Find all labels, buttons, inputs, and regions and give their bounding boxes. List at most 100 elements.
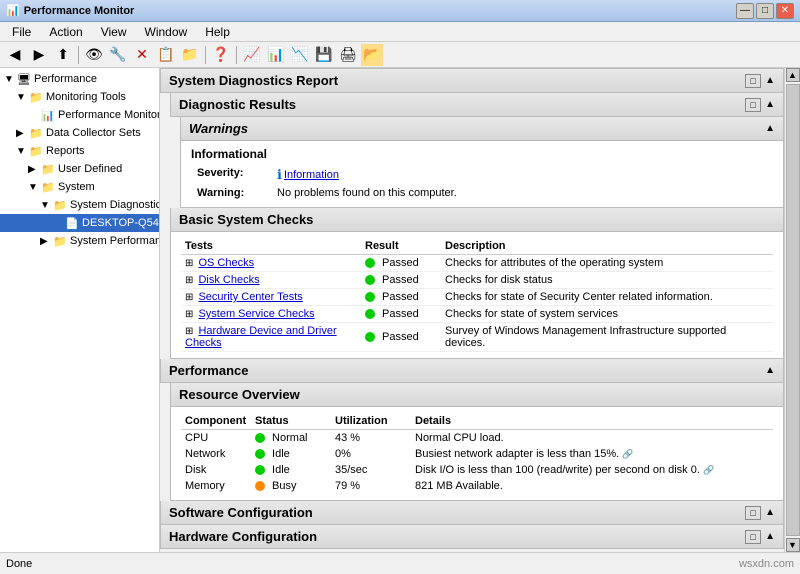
tool6[interactable]: 📂 — [361, 44, 383, 66]
performance-chevron[interactable]: ▲ — [765, 365, 775, 376]
tool5[interactable]: 🖨 — [337, 44, 359, 66]
back-button[interactable]: ◀ — [4, 44, 26, 66]
sidebar-label-user-defined: User Defined — [58, 163, 122, 175]
status-bar: Done wsxdn.com — [0, 552, 800, 574]
expand-icon[interactable]: ⊞ — [185, 292, 193, 303]
warnings-header[interactable]: Warnings ▲ — [180, 117, 784, 141]
new-button[interactable]: 📋 — [155, 44, 177, 66]
software-config-header[interactable]: Software Configuration □ ▲ — [160, 501, 784, 525]
result-cell: Passed — [361, 323, 441, 352]
hardware-config-controls: □ ▲ — [745, 530, 775, 544]
resource-overview-header[interactable]: Resource Overview — [170, 383, 784, 407]
result-cell: Passed — [361, 272, 441, 289]
sidebar-item-data-collector-sets[interactable]: ▶ 📁 Data Collector Sets — [0, 124, 159, 142]
expand-icon[interactable]: ⊞ — [185, 309, 193, 320]
expand-icon[interactable]: ⊞ — [185, 326, 193, 337]
software-config-chevron[interactable]: ▲ — [765, 507, 775, 518]
severity-value: ℹ Information — [271, 165, 773, 185]
expand-icon[interactable]: ⊞ — [185, 258, 193, 269]
perf-monitor-icon: 📊 — [40, 107, 56, 123]
utilization-cell: 43 % — [331, 430, 411, 447]
sidebar-item-perf-monitor[interactable]: 📊 Performance Monitor — [0, 106, 159, 124]
help-button[interactable]: ❓ — [210, 44, 232, 66]
sidebar-item-system-diagnostics[interactable]: ▼ 📁 System Diagnostics — [0, 196, 159, 214]
diagnostic-results-expand-icon[interactable]: □ — [745, 98, 761, 112]
software-config-icon[interactable]: □ — [745, 506, 761, 520]
toggle-reports[interactable]: ▼ — [16, 146, 28, 157]
toggle-system-diagnostics[interactable]: ▼ — [40, 200, 52, 211]
diagnostic-results-header[interactable]: Diagnostic Results □ ▲ — [170, 93, 784, 117]
scrollbar[interactable]: ▲ ▼ — [784, 68, 800, 552]
sidebar-item-desktop[interactable]: 📄 DESKTOP-Q54P... — [0, 214, 159, 232]
toggle-performance[interactable]: ▼ — [4, 74, 16, 85]
performance-controls: ▲ — [765, 365, 775, 376]
folder-button[interactable]: 📁 — [179, 44, 201, 66]
sidebar-item-user-defined[interactable]: ▶ 📁 User Defined — [0, 160, 159, 178]
menu-action[interactable]: Action — [41, 23, 90, 41]
scroll-up[interactable]: ▲ — [786, 68, 800, 82]
up-button[interactable]: ⬆ — [52, 44, 74, 66]
toggle-data-collector-sets[interactable]: ▶ — [16, 128, 28, 139]
menu-help[interactable]: Help — [197, 23, 238, 41]
result-dot — [365, 292, 375, 302]
status-dot — [255, 449, 265, 459]
toggle-system-performance[interactable]: ▶ — [40, 236, 52, 247]
test-link[interactable]: OS Checks — [198, 257, 254, 269]
performance-header[interactable]: Performance ▲ — [160, 359, 784, 383]
sidebar-item-monitoring-tools[interactable]: ▼ 📁 Monitoring Tools — [0, 88, 159, 106]
col-status: Status — [251, 413, 331, 430]
warnings-info-table: Severity: ℹ Information Warning: No prob… — [191, 165, 773, 201]
status-text: Done — [6, 558, 32, 570]
sidebar-item-reports[interactable]: ▼ 📁 Reports — [0, 142, 159, 160]
result-dot — [365, 275, 375, 285]
delete-button[interactable]: ✕ — [131, 44, 153, 66]
status-dot — [255, 465, 265, 475]
menu-bar: File Action View Window Help — [0, 22, 800, 42]
basic-checks-header[interactable]: Basic System Checks — [170, 208, 784, 232]
hardware-config-chevron[interactable]: ▲ — [765, 531, 775, 542]
tool2[interactable]: 📊 — [265, 44, 287, 66]
table-row: Disk Idle 35/sec Disk I/O is less than 1… — [181, 462, 773, 478]
tool3[interactable]: 📉 — [289, 44, 311, 66]
toggle-monitoring-tools[interactable]: ▼ — [16, 92, 28, 103]
menu-window[interactable]: Window — [137, 23, 196, 41]
tool4[interactable]: 💾 — [313, 44, 335, 66]
close-button[interactable]: ✕ — [776, 3, 794, 19]
performance-icon: 🖥 — [16, 71, 32, 87]
properties-button[interactable]: 🔧 — [107, 44, 129, 66]
test-link[interactable]: Hardware Device and Driver Checks — [185, 325, 337, 349]
scroll-down[interactable]: ▼ — [786, 538, 800, 552]
component-cell: Memory — [181, 478, 251, 494]
system-diagnostics-expand-icon[interactable]: □ — [745, 74, 761, 88]
col-description: Description — [441, 238, 773, 255]
sidebar-item-performance[interactable]: ▼ 🖥 Performance — [0, 70, 159, 88]
sidebar-label-system: System — [58, 181, 95, 193]
minimize-button[interactable]: — — [736, 3, 754, 19]
hardware-config-icon[interactable]: □ — [745, 530, 761, 544]
system-diagnostics-chevron[interactable]: ▲ — [765, 75, 775, 86]
forward-button[interactable]: ▶ — [28, 44, 50, 66]
test-link[interactable]: Disk Checks — [198, 274, 259, 286]
expand-icon[interactable]: ⊞ — [185, 275, 193, 286]
test-link[interactable]: Security Center Tests — [198, 291, 302, 303]
sidebar-item-system[interactable]: ▼ 📁 System — [0, 178, 159, 196]
toggle-user-defined[interactable]: ▶ — [28, 164, 40, 175]
result-cell: Passed — [361, 255, 441, 272]
show-hide-button[interactable]: 👁 — [83, 44, 105, 66]
menu-view[interactable]: View — [93, 23, 135, 41]
tool1[interactable]: 📈 — [241, 44, 263, 66]
toggle-system[interactable]: ▼ — [28, 182, 40, 193]
maximize-button[interactable]: □ — [756, 3, 774, 19]
status-right: wsxdn.com — [739, 558, 794, 570]
menu-file[interactable]: File — [4, 23, 39, 41]
test-link[interactable]: System Service Checks — [198, 308, 314, 320]
col-utilization: Utilization — [331, 413, 411, 430]
scroll-thumb[interactable] — [786, 84, 800, 536]
warnings-chevron[interactable]: ▲ — [765, 123, 775, 134]
sidebar-item-system-performance[interactable]: ▶ 📁 System Performance — [0, 232, 159, 250]
information-link[interactable]: Information — [284, 169, 339, 181]
system-diagnostics-report-header[interactable]: System Diagnostics Report □ ▲ — [160, 68, 784, 93]
severity-row: Severity: ℹ Information — [191, 165, 773, 185]
hardware-config-header[interactable]: Hardware Configuration □ ▲ — [160, 525, 784, 549]
diagnostic-results-chevron[interactable]: ▲ — [765, 99, 775, 110]
